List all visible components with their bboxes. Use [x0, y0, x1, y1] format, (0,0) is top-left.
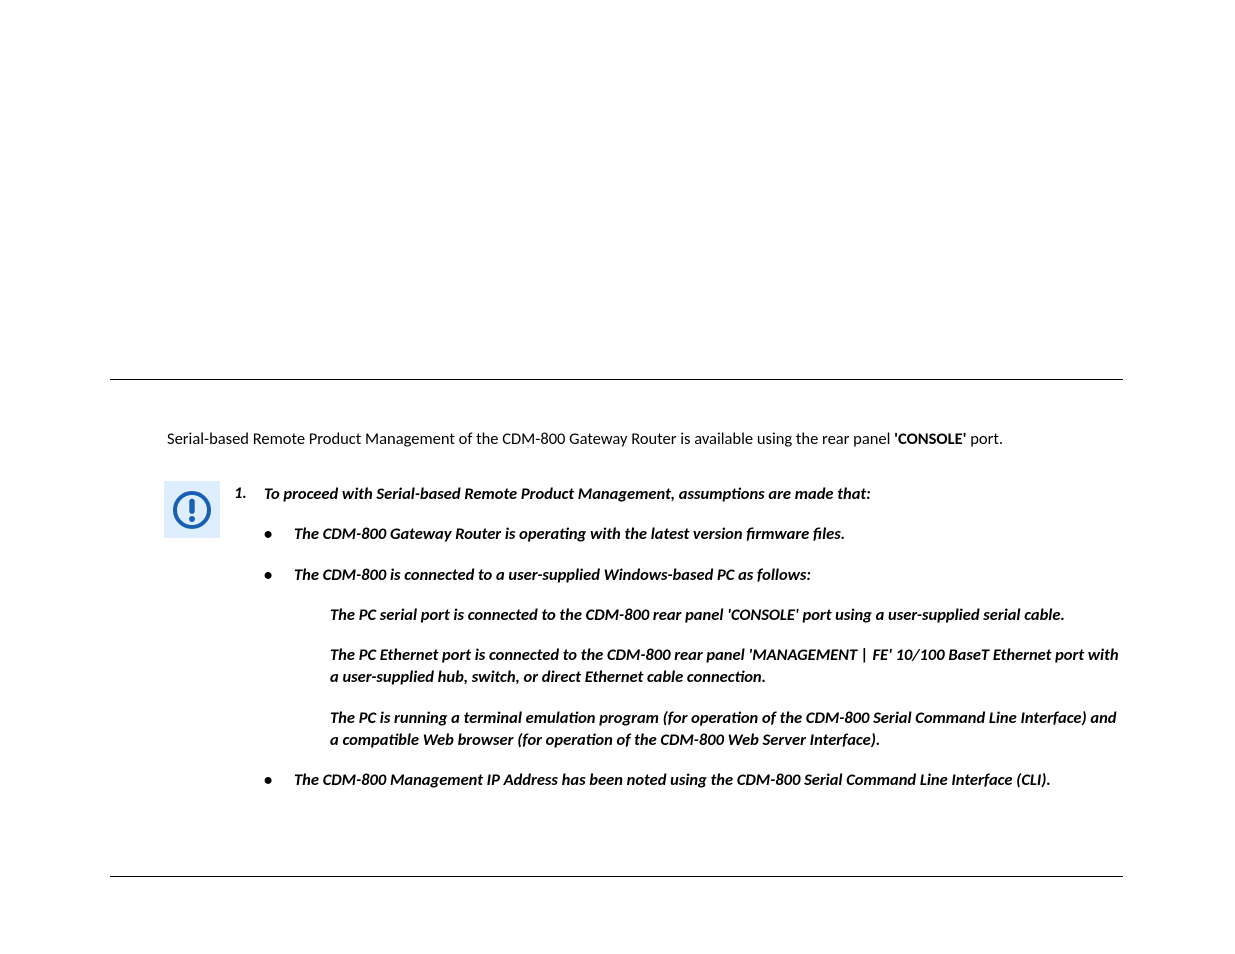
top-horizontal-rule	[110, 379, 1123, 380]
note-block: 1. To proceed with Serial-based Remote P…	[164, 481, 1123, 809]
assumption-bullet-list-continued: • The CDM-800 Management IP Address has …	[234, 769, 1123, 791]
note-content: 1. To proceed with Serial-based Remote P…	[220, 481, 1123, 809]
bullet-marker: •	[264, 769, 294, 791]
bullet-item: • The CDM-800 Management IP Address has …	[264, 769, 1123, 791]
intro-console-bold: 'CONSOLE'	[894, 429, 966, 449]
bullet-text: The CDM-800 Management IP Address has be…	[294, 769, 1123, 791]
attention-icon	[164, 481, 220, 538]
sub-item: The PC serial port is connected to the C…	[330, 604, 1123, 626]
bullet-marker: •	[264, 523, 294, 545]
sub-assumption-list: The PC serial port is connected to the C…	[234, 604, 1123, 751]
intro-text-after: port.	[966, 429, 1003, 449]
bullet-item: • The CDM-800 is connected to a user-sup…	[264, 564, 1123, 586]
numbered-item-1: 1. To proceed with Serial-based Remote P…	[234, 483, 1123, 505]
sub-item: The PC is running a terminal emulation p…	[330, 707, 1123, 752]
bottom-horizontal-rule	[110, 876, 1123, 877]
bullet-item: • The CDM-800 Gateway Router is operatin…	[264, 523, 1123, 545]
bullet-text: The CDM-800 is connected to a user-suppl…	[294, 564, 1123, 586]
numbered-item-text: To proceed with Serial-based Remote Prod…	[264, 483, 871, 505]
assumption-bullet-list: • The CDM-800 Gateway Router is operatin…	[234, 523, 1123, 586]
intro-text-before: Serial-based Remote Product Management o…	[167, 429, 894, 449]
number-marker: 1.	[234, 483, 264, 503]
intro-paragraph: Serial-based Remote Product Management o…	[167, 428, 1083, 451]
bullet-marker: •	[264, 564, 294, 586]
page-body: Serial-based Remote Product Management o…	[110, 379, 1123, 809]
sub-item: The PC Ethernet port is connected to the…	[330, 644, 1123, 689]
bullet-text: The CDM-800 Gateway Router is operating …	[294, 523, 1123, 545]
